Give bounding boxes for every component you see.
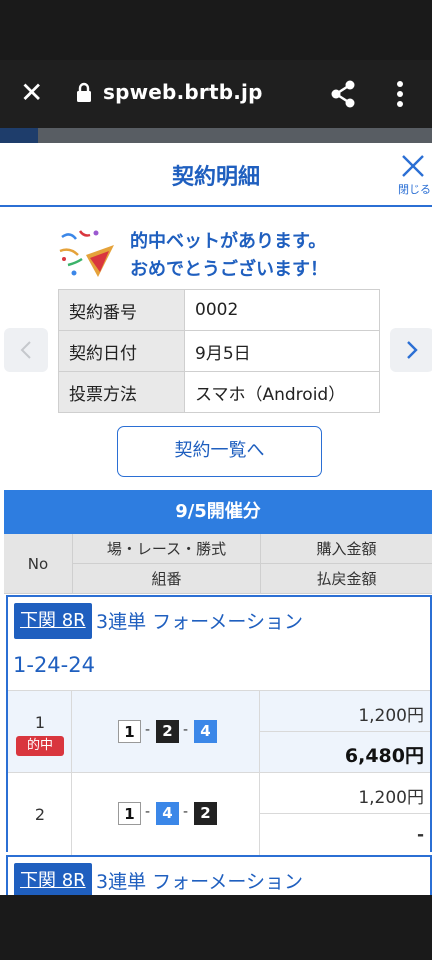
- party-popper-icon: [59, 230, 114, 277]
- contract-info-table: 契約番号 0002 契約日付 9月5日 投票方法 スマホ（Android）: [58, 289, 380, 413]
- info-row: 契約番号 0002: [58, 289, 380, 331]
- info-key: 投票方法: [58, 371, 185, 413]
- contract-list-button[interactable]: 契約一覧へ: [117, 426, 322, 477]
- race-type: 3連単 フォーメーション: [96, 611, 303, 633]
- info-value: 9月5日: [184, 330, 380, 372]
- boat-number: 1: [118, 802, 141, 825]
- more-vert-icon[interactable]: [396, 80, 404, 108]
- url-text[interactable]: spweb.brtb.jp: [103, 80, 263, 104]
- race-tag-link[interactable]: 下関 8R: [14, 603, 92, 639]
- table-row: 2 1 - 4 - 2 1,200円 -: [8, 772, 430, 855]
- header-payout: 払戻金額: [260, 564, 432, 594]
- bet-card: 下関 8R 3連単 フォーメーション: [6, 855, 432, 895]
- browser-toolbar: ✕ spweb.brtb.jp: [0, 60, 432, 128]
- combo-separator: -: [183, 722, 189, 738]
- info-value: スマホ（Android）: [184, 371, 380, 413]
- info-row: 契約日付 9月5日: [58, 330, 380, 372]
- header-no: No: [4, 534, 72, 594]
- amount-divider: [260, 813, 430, 814]
- table-row: 1 的中 1 - 2 - 4 1,200円 6,480円: [8, 690, 430, 773]
- no-cell: 1 的中: [8, 691, 72, 773]
- contract-detail-modal: 契約明細 閉じる 的中ベットがあります。 おめでとうございます！ 契約番号 00…: [0, 143, 432, 895]
- payout-amount: -: [416, 825, 424, 845]
- combo-cell: 1 - 2 - 4: [72, 691, 260, 773]
- status-bar: [0, 0, 432, 60]
- modal-title: 契約明細: [171, 165, 260, 190]
- congrats-line-2: おめでとうございます！: [130, 259, 328, 280]
- combo-separator: -: [145, 722, 151, 738]
- info-key: 契約番号: [58, 289, 185, 331]
- combo-title: 1-24-24: [13, 653, 95, 677]
- next-contract-button[interactable]: [390, 328, 432, 372]
- amount-divider: [260, 731, 430, 732]
- system-nav-bar: [0, 895, 432, 960]
- header-race: 場・レース・勝式: [72, 534, 260, 564]
- chevron-right-icon: [407, 341, 418, 359]
- bet-table-header: No 場・レース・勝式 購入金額 組番 払戻金額: [4, 534, 432, 594]
- boat-number: 4: [156, 802, 179, 825]
- bet-card: 下関 8R 3連単 フォーメーション 1-24-24 1 的中 1 - 2 - …: [6, 595, 432, 855]
- boat-number: 2: [156, 720, 179, 743]
- prev-contract-button[interactable]: [4, 328, 48, 372]
- combo-separator: -: [183, 804, 189, 820]
- purchase-amount: 1,200円: [358, 706, 424, 726]
- purchase-amount: 1,200円: [358, 788, 424, 808]
- boat-number: 4: [194, 720, 217, 743]
- close-icon[interactable]: ✕: [20, 78, 43, 108]
- header-purchase: 購入金額: [260, 534, 432, 564]
- header-combo: 組番: [72, 564, 260, 594]
- date-band: 9/5開催分: [4, 490, 432, 534]
- combo-separator: -: [145, 804, 151, 820]
- congrats-line-1: 的中ベットがあります。: [130, 231, 327, 252]
- boat-number: 1: [118, 720, 141, 743]
- close-label[interactable]: 閉じる: [398, 181, 431, 197]
- share-icon[interactable]: [330, 80, 356, 108]
- amount-cell: 1,200円 6,480円: [260, 691, 430, 773]
- race-type: 3連単 フォーメーション: [96, 871, 303, 893]
- no-cell: 2: [8, 773, 72, 855]
- combo-cell: 1 - 4 - 2: [72, 773, 260, 855]
- amount-cell: 1,200円 -: [260, 773, 430, 855]
- congrats-message: 的中ベットがあります。 おめでとうございます！: [54, 225, 374, 281]
- bet-no: 2: [34, 805, 46, 824]
- payout-amount: 6,480円: [344, 745, 424, 767]
- boat-number: 2: [194, 802, 217, 825]
- page-strip-accent: [0, 128, 38, 144]
- lock-icon: [77, 82, 91, 102]
- info-key: 契約日付: [58, 330, 185, 372]
- close-icon[interactable]: [400, 153, 426, 179]
- modal-header: 契約明細 閉じる: [0, 143, 432, 207]
- bet-no: 1: [34, 713, 46, 732]
- info-value: 0002: [184, 289, 380, 331]
- underlying-page-strip: [0, 128, 432, 144]
- hit-badge: 的中: [16, 736, 64, 756]
- race-tag-link[interactable]: 下関 8R: [14, 863, 92, 895]
- info-row: 投票方法 スマホ（Android）: [58, 371, 380, 413]
- chevron-left-icon: [20, 341, 31, 359]
